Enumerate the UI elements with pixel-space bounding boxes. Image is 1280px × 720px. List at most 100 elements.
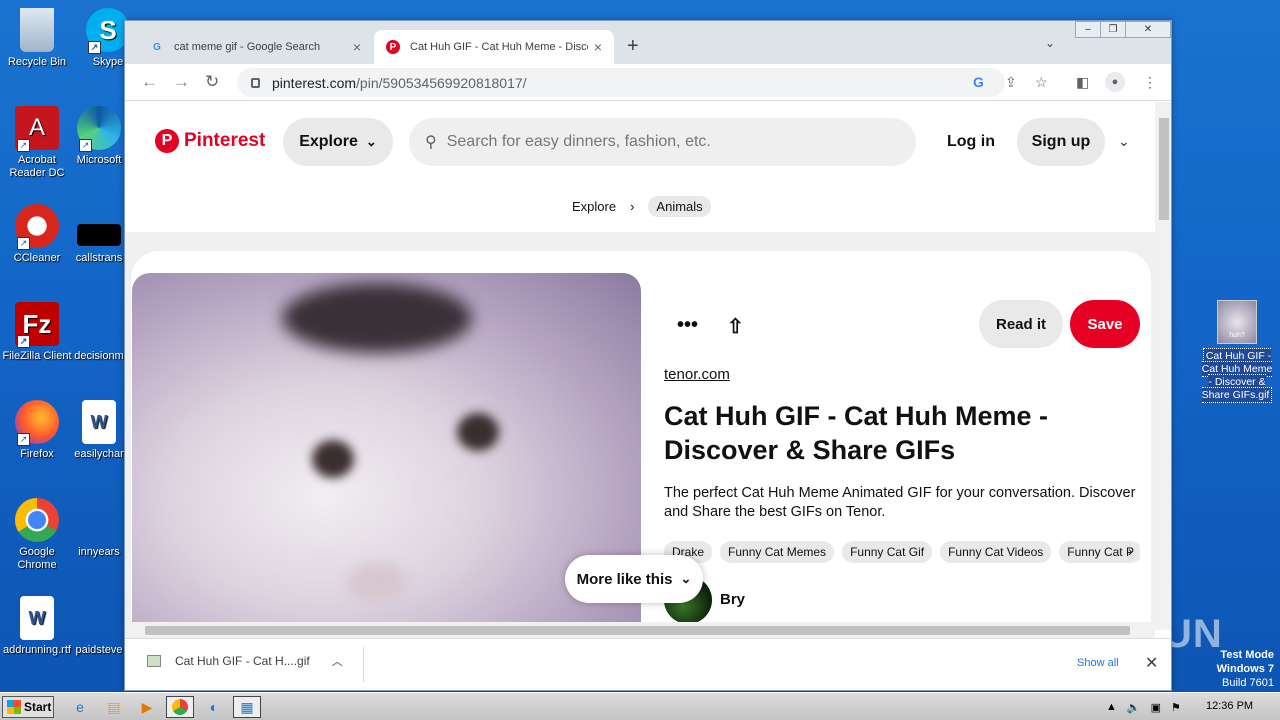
scrollbar-thumb[interactable] (1159, 118, 1169, 220)
download-item[interactable]: Cat Huh GIF - Cat H....gif ︿ (147, 653, 343, 669)
file-icon (77, 498, 121, 542)
read-it-button[interactable]: Read it (979, 300, 1063, 348)
more-like-this-button[interactable]: More like this ⌄ (565, 555, 703, 603)
word-doc-icon: W (20, 596, 54, 640)
file-explorer-icon[interactable]: ▤ (100, 696, 128, 718)
google-lens-icon[interactable]: G (973, 74, 984, 90)
signup-button[interactable]: Sign up (1017, 118, 1105, 166)
tab-google-search[interactable]: G cat meme gif - Google Search × (138, 30, 373, 64)
desktop-icon-decisionm[interactable]: decisionm (74, 302, 124, 363)
file-icon (77, 302, 121, 346)
pinterest-logo[interactable]: P Pinterest (155, 129, 265, 153)
desktop-icon-edge[interactable]: ↗ Microsoft (74, 106, 124, 167)
lock-icon (251, 77, 260, 88)
explore-button[interactable]: Explore ⌄ (283, 118, 393, 166)
tags-next-chevron-icon[interactable]: › (1128, 543, 1133, 559)
media-player-icon[interactable]: ▶ (133, 696, 161, 718)
share-upload-icon[interactable]: ⇧ (727, 314, 744, 339)
volume-icon[interactable]: 🔈 (1127, 701, 1141, 714)
side-panel-icon[interactable]: ◧ (1076, 74, 1089, 91)
desktop-icon-filezilla[interactable]: Fz ↗ FileZilla Client (0, 302, 74, 363)
tag-chip[interactable]: Funny Cat Gif (842, 541, 933, 563)
back-arrow-icon[interactable]: ← (141, 72, 158, 92)
reload-icon[interactable]: ↻ (205, 72, 219, 92)
desktop-icon-ccleaner[interactable]: ↗ CCleaner (0, 204, 74, 265)
pin-description: The perfect Cat Huh Meme Animated GIF fo… (664, 485, 1136, 520)
cat-eye-left (312, 440, 354, 478)
tag-list: Drake Funny Cat Memes Funny Cat Gif Funn… (664, 541, 1140, 563)
chrome-window: G cat meme gif - Google Search × P Cat H… (124, 20, 1172, 691)
pinterest-favicon-icon: P (386, 40, 400, 54)
tag-chip[interactable]: Funny Cat Videos (940, 541, 1052, 563)
show-hidden-icons-icon[interactable]: ▲ (1106, 701, 1117, 713)
google-icon: G (153, 41, 161, 53)
share-icon[interactable]: ⇪ (1005, 74, 1017, 91)
ccleaner-icon: ↗ (15, 204, 59, 250)
internet-explorer-icon[interactable]: e (66, 696, 94, 718)
bookmark-star-icon[interactable]: ☆ (1035, 74, 1048, 91)
close-tab-icon[interactable]: × (353, 39, 361, 55)
login-button[interactable]: Log in (947, 133, 995, 151)
horizontal-scrollbar[interactable] (125, 622, 1155, 638)
browser-toolbar: ← → ↻ pinterest.com/pin/5905345699208180… (125, 64, 1171, 101)
action-center-flag-icon[interactable]: ⚑ (1171, 701, 1181, 714)
window-controls: – ❐ ✕ (1075, 21, 1171, 41)
close-icon[interactable]: ✕ (1145, 653, 1158, 673)
network-icon[interactable]: ▣ (1151, 701, 1161, 714)
recycle-bin-icon (20, 8, 54, 52)
desktop-icon-chrome[interactable]: Google Chrome (0, 498, 74, 572)
image-file-icon (147, 655, 161, 667)
new-tab-icon[interactable]: + (627, 35, 639, 58)
desktop-icon-cat-gif[interactable]: huh? Cat Huh GIF - Cat Huh Meme - Discov… (1200, 300, 1274, 403)
search-icon: ⚲ (425, 134, 437, 151)
desktop-icon-callstrans[interactable]: callstrans (74, 204, 124, 265)
desktop-icon-recycle-bin[interactable]: Recycle Bin (0, 8, 74, 69)
tab-strip: G cat meme gif - Google Search × P Cat H… (125, 21, 1171, 64)
clock[interactable]: 12:36 PM (1206, 700, 1253, 712)
gif-filename: Cat Huh GIF - Cat Huh Meme - Discover & … (1201, 348, 1273, 403)
save-button[interactable]: Save (1070, 300, 1140, 348)
cat-eye-right (457, 413, 499, 451)
close-tab-icon[interactable]: × (594, 39, 602, 55)
tab-pinterest[interactable]: P Cat Huh GIF - Cat Huh Meme - Disco × (374, 30, 614, 64)
account-chevron-down-icon[interactable]: ⌄ (1118, 133, 1130, 150)
system-tray: ▲ 🔈 ▣ ⚑ (1106, 696, 1191, 718)
chevron-right-icon: › (630, 199, 635, 214)
edge-taskbar-icon[interactable]: ◐ (200, 696, 228, 718)
restore-icon[interactable]: ❐ (1100, 21, 1126, 38)
pin-title: Cat Huh GIF - Cat Huh Meme - Discover & … (664, 401, 1048, 465)
more-options-icon[interactable]: ••• (677, 314, 698, 337)
desktop-icon-acrobat[interactable]: A ↗ Acrobat Reader DC (0, 106, 74, 180)
desktop-icon-paidsteve[interactable]: paidsteve (74, 596, 124, 657)
chrome-taskbar-icon[interactable] (166, 696, 194, 718)
file-icon (77, 224, 121, 246)
vertical-scrollbar[interactable] (1155, 102, 1171, 630)
desktop-icon-addrunning[interactable]: W addrunning.rtf (0, 596, 74, 657)
forward-arrow-icon[interactable]: → (173, 72, 190, 92)
breadcrumb-animals[interactable]: Animals (648, 196, 711, 217)
tab-search-chevron-icon[interactable]: ⌄ (1045, 36, 1055, 50)
close-window-icon[interactable]: ✕ (1125, 21, 1171, 38)
start-button[interactable]: Start (2, 696, 54, 718)
divider (363, 647, 364, 683)
source-link[interactable]: tenor.com (664, 366, 730, 383)
show-all-button[interactable]: Show all (1077, 657, 1119, 669)
breadcrumb-explore[interactable]: Explore (572, 199, 616, 214)
kebab-menu-icon[interactable]: ⋮ (1143, 74, 1157, 91)
scrollbar-thumb[interactable] (145, 626, 1130, 635)
search-input[interactable]: ⚲ Search for easy dinners, fashion, etc. (409, 118, 916, 166)
desktop-icon-innyears[interactable]: innyears (74, 498, 124, 559)
minimize-icon[interactable]: – (1075, 21, 1101, 38)
app-taskbar-icon[interactable]: ▦ (233, 696, 261, 718)
edge-icon: ↗ (77, 106, 121, 152)
author-name[interactable]: Bry (720, 591, 745, 608)
breadcrumb: Explore › Animals (572, 196, 711, 217)
desktop-icon-easilychar[interactable]: W easilychar (74, 400, 124, 461)
tag-chip[interactable]: Funny Cat Memes (720, 541, 835, 563)
chevron-up-icon[interactable]: ︿ (332, 653, 343, 669)
address-bar[interactable]: pinterest.com/pin/590534569920818017/ (237, 68, 1005, 97)
profile-avatar-icon[interactable]: ● (1105, 72, 1125, 92)
chrome-icon (15, 498, 59, 542)
windows-logo-icon (7, 700, 21, 714)
desktop-icon-firefox[interactable]: ↗ Firefox (0, 400, 74, 461)
